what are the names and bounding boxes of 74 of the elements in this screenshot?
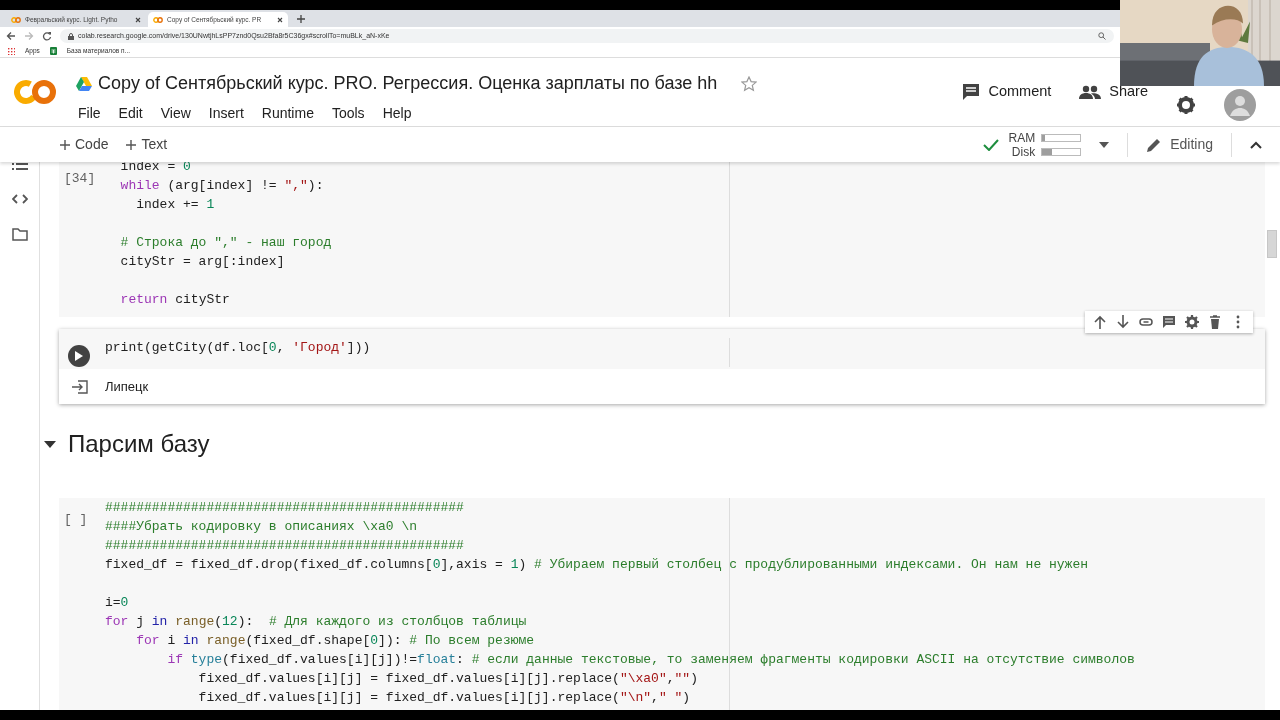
play-icon (75, 351, 83, 361)
code-line: for i in range(fixed_df.shape[0]): # По всем резюме (135, 632, 535, 650)
menu-item[interactable]: Runtime (259, 103, 316, 124)
menu-item[interactable]: View (158, 103, 193, 124)
plus-icon (126, 139, 137, 150)
code-line: fixed_df.values[i][j] = fixed_df.values[i][j].replace("\xa0","") (197, 670, 698, 688)
code-line: index += 1 (135, 196, 215, 214)
code-line: ############################################## (105, 537, 464, 555)
menu-item[interactable]: File (76, 103, 103, 124)
code-line: for j in range(12): # Для каждого из столбцов таблицы (105, 613, 527, 631)
people-icon (1079, 85, 1102, 99)
star-icon[interactable] (741, 76, 758, 93)
code-snippets-icon[interactable] (11, 194, 28, 204)
sheet-icon (49, 47, 57, 55)
add-cell-button[interactable]: Text (118, 134, 178, 155)
run-button[interactable] (68, 345, 90, 367)
close-icon[interactable] (135, 16, 141, 23)
code-cell[interactable] (59, 498, 1265, 710)
menu-item[interactable]: Edit (116, 103, 145, 124)
dropdown-caret-icon[interactable] (1099, 141, 1110, 148)
colab-icon (11, 16, 21, 23)
new-tab-icon[interactable] (296, 14, 306, 24)
move-up-icon[interactable] (1093, 315, 1107, 329)
code-line: fixed_df = fixed_df.drop(fixed_df.columns[0],axis = 1) # Убираем первый столбец с продублированными индексами. Он нам не нужен (105, 556, 1088, 574)
add-cell-button[interactable]: Code (52, 134, 119, 155)
table-of-contents-icon[interactable] (11, 162, 28, 170)
code-line: ####Убрать кодировку в описаниях \xa0 \n (105, 518, 418, 536)
code-line: i=0 (105, 594, 129, 612)
settings-icon[interactable] (1185, 315, 1199, 329)
resource-label: RAM (1008, 130, 1036, 145)
editing-mode-button[interactable]: Editing (1146, 134, 1213, 155)
plus-icon (60, 139, 70, 150)
collapse-caret-icon[interactable] (44, 438, 56, 450)
execution-count: [34] (64, 171, 96, 186)
close-icon[interactable] (277, 16, 283, 23)
code-line: ############################################## (105, 499, 464, 517)
menu-item[interactable]: Insert (206, 103, 246, 124)
logo-icon[interactable] (14, 79, 56, 105)
menu-item[interactable]: Tools (329, 103, 367, 124)
code-line: print(getCity(df.loc[0, 'Город'])) (105, 339, 371, 357)
apps-grid-icon (8, 47, 15, 55)
folder-icon[interactable] (11, 228, 28, 241)
code-line: if type(fixed_df.values[i][j])!=float: # если данные текстовые, то заменяем фрагменты кодировки ASCII на отсутствие символов (166, 651, 1135, 669)
code-line: while (arg[index] != ","): (119, 177, 324, 195)
trash-icon[interactable] (1208, 315, 1222, 329)
code-line: cityStr = arg[:index] (119, 253, 285, 271)
share-button[interactable]: Share (1079, 81, 1148, 103)
output-icon[interactable] (72, 379, 88, 394)
comment-icon (962, 83, 981, 101)
move-down-icon[interactable] (1116, 315, 1130, 329)
section-heading: Парсим базу (68, 429, 210, 459)
zoom-icon[interactable] (1098, 32, 1106, 40)
reload-icon[interactable] (42, 31, 52, 41)
collapse-chevron-icon[interactable] (1250, 140, 1262, 149)
resource-label: Disk (1011, 144, 1036, 159)
back-icon[interactable] (6, 31, 16, 41)
drive-icon (76, 76, 92, 91)
colab-icon (153, 16, 163, 23)
code-line: # Строка до "," - наш город (119, 234, 332, 252)
pencil-icon (1146, 136, 1163, 153)
code-line: fixed_df.values[i][j] = fixed_df.values[i][j].replace("\n"," ") (197, 689, 691, 707)
execution-count: [ ] (64, 512, 88, 527)
comment-button[interactable]: Comment (962, 81, 1052, 103)
output-text: Липецк (105, 377, 149, 396)
avatar-icon[interactable] (1224, 89, 1256, 121)
notebook-title[interactable]: Copy of Сентябрьский курс. PRO. Регрессия. Оценка зарплаты по базе hh (98, 70, 718, 97)
comment-icon[interactable] (1162, 315, 1176, 329)
link-icon[interactable] (1139, 315, 1153, 329)
code-line: return cityStr (119, 291, 230, 309)
code-cell[interactable]: print(getCity(df.loc[0, 'Город'])) (59, 329, 1265, 369)
scrollbar[interactable] (1267, 230, 1277, 258)
settings-icon[interactable] (1176, 95, 1196, 115)
lock-icon (68, 32, 74, 40)
menu-item[interactable]: Help (380, 103, 414, 124)
